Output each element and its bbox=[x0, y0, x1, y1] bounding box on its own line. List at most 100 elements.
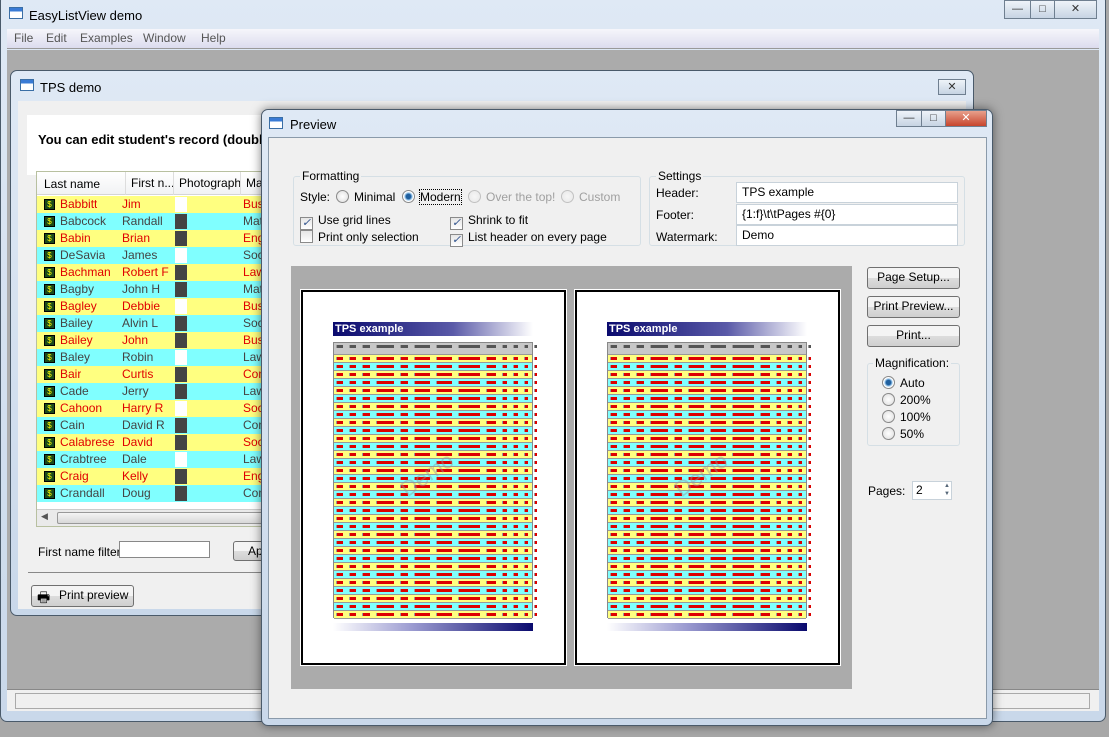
print-button[interactable]: Print... bbox=[867, 325, 960, 347]
list-row[interactable]: $ Calabrese David Soc bbox=[37, 434, 275, 451]
page-table-cell bbox=[623, 381, 630, 384]
last-name-cell: Craig bbox=[60, 469, 89, 483]
horizontal-scrollbar[interactable]: ◀ bbox=[37, 509, 275, 526]
list-row[interactable]: $ Baley Robin Law bbox=[37, 349, 275, 366]
list-header-checkbox[interactable]: ✓ List header on every page bbox=[450, 230, 607, 247]
page-table-row bbox=[608, 507, 811, 515]
page-table-cell bbox=[798, 509, 802, 512]
column-last-name[interactable]: Last name bbox=[44, 177, 100, 191]
page-table-cell bbox=[610, 397, 617, 400]
page-table-cell bbox=[610, 405, 617, 408]
list-row[interactable]: $ Cade Jerry Law bbox=[37, 383, 275, 400]
print-only-selection-checkbox[interactable]: Print only selection bbox=[300, 230, 419, 244]
radio-icon bbox=[882, 393, 895, 406]
list-row[interactable]: $ Cahoon Harry R Soc bbox=[37, 400, 275, 417]
list-row[interactable]: $ Bailey Alvin L Soc bbox=[37, 315, 275, 332]
menu-help[interactable]: Help bbox=[201, 31, 226, 45]
style-modern-radio[interactable]: Modern bbox=[402, 189, 462, 205]
list-row[interactable]: $ DeSavia James Soc bbox=[37, 247, 275, 264]
header-input[interactable]: TPS example bbox=[736, 182, 958, 203]
list-row[interactable]: $ Craig Kelly Eng bbox=[37, 468, 275, 485]
page-table-cell bbox=[336, 365, 343, 368]
list-row[interactable]: $ Cain David R Com bbox=[37, 417, 275, 434]
page-table-cell bbox=[760, 557, 770, 560]
menu-edit[interactable]: Edit bbox=[46, 31, 67, 45]
page-table-cell bbox=[636, 589, 644, 592]
preview-minimize-button[interactable]: — bbox=[896, 110, 922, 127]
maximize-button[interactable]: □ bbox=[1030, 0, 1055, 19]
mag-auto-radio[interactable]: Auto bbox=[882, 376, 925, 390]
menu-window[interactable]: Window bbox=[143, 31, 186, 45]
list-row[interactable]: $ Babbitt Jim Busi bbox=[37, 196, 275, 213]
menu-examples[interactable]: Examples bbox=[80, 31, 133, 45]
page-table-cell bbox=[776, 525, 781, 528]
column-first-name[interactable]: First n... bbox=[125, 172, 174, 195]
list-row[interactable]: $ Babcock Randall Math bbox=[37, 213, 275, 230]
first-name-filter-input[interactable] bbox=[119, 541, 210, 558]
page-table-cell bbox=[458, 533, 480, 536]
list-row[interactable]: $ Crandall Doug Com bbox=[37, 485, 275, 502]
page-table-cell bbox=[534, 589, 537, 592]
list-row[interactable]: $ Babin Brian Eng bbox=[37, 230, 275, 247]
scroll-left-icon[interactable]: ◀ bbox=[41, 511, 48, 522]
page-table-row bbox=[608, 499, 811, 507]
student-list[interactable]: Last name First n... Photograph Maj $ Bab… bbox=[36, 171, 276, 527]
tps-close-button[interactable]: ✕ bbox=[938, 79, 966, 95]
page-table-cell bbox=[436, 485, 452, 488]
mag-50-radio[interactable]: 50% bbox=[882, 427, 924, 441]
style-over-the-top-radio[interactable]: Over the top! bbox=[468, 190, 555, 204]
menu-file[interactable]: File bbox=[14, 31, 33, 45]
page-table-cell bbox=[349, 605, 356, 608]
scroll-thumb[interactable] bbox=[57, 512, 275, 524]
page-table-cell bbox=[732, 541, 754, 544]
shrink-to-fit-checkbox[interactable]: ✓ Shrink to fit bbox=[450, 213, 528, 230]
print-preview-button[interactable]: 🖶 Print preview bbox=[31, 585, 134, 607]
print-preview-dialog-button[interactable]: Print Preview... bbox=[867, 296, 960, 318]
student-icon: $ bbox=[44, 318, 55, 329]
page-table-cell bbox=[623, 533, 630, 536]
list-row[interactable]: $ Bagley Debbie Busi bbox=[37, 298, 275, 315]
list-row[interactable]: $ Bagby John H Math bbox=[37, 281, 275, 298]
list-row[interactable]: $ Crabtree Dale Law bbox=[37, 451, 275, 468]
minimize-button[interactable]: — bbox=[1004, 0, 1031, 19]
page-table-cell bbox=[502, 453, 507, 456]
page-table-cell bbox=[436, 413, 452, 416]
mag-100-radio[interactable]: 100% bbox=[882, 410, 931, 424]
list-row[interactable]: $ Bailey John Busi bbox=[37, 332, 275, 349]
preview-area[interactable]: TPS example Demo TPS example Demo bbox=[291, 266, 852, 689]
page-setup-button[interactable]: Page Setup... bbox=[867, 267, 960, 289]
page-table-cell bbox=[674, 413, 682, 416]
footer-input[interactable]: {1:f}\t\tPages #{0} bbox=[736, 204, 958, 225]
page-table-cell bbox=[650, 533, 668, 536]
use-grid-lines-checkbox[interactable]: ✓ Use grid lines bbox=[300, 213, 391, 230]
page-table-cell bbox=[650, 469, 668, 472]
page-table-cell bbox=[760, 589, 770, 592]
page-table-cell bbox=[798, 469, 802, 472]
spin-down-icon[interactable]: ▼ bbox=[944, 491, 950, 497]
page-table-cell bbox=[376, 581, 394, 584]
page-table-cell bbox=[732, 485, 754, 488]
style-minimal-radio[interactable]: Minimal bbox=[336, 190, 395, 204]
page-table-cell bbox=[636, 493, 644, 496]
page-table-cell bbox=[650, 373, 668, 376]
last-name-cell: Bagby bbox=[60, 282, 95, 296]
page-table-cell bbox=[400, 345, 408, 348]
column-photograph[interactable]: Photograph bbox=[173, 172, 241, 195]
preview-close-button[interactable]: ✕ bbox=[945, 110, 987, 127]
radio-icon bbox=[882, 427, 895, 440]
page-table-cell bbox=[650, 493, 668, 496]
page-table-cell bbox=[798, 581, 802, 584]
list-row[interactable]: $ Bachman Robert F Law bbox=[37, 264, 275, 281]
pages-spinner[interactable]: 2 ▲ ▼ bbox=[912, 481, 952, 500]
watermark-input[interactable]: Demo bbox=[736, 225, 958, 246]
mag-200-radio[interactable]: 200% bbox=[882, 393, 931, 407]
close-button[interactable]: ✕ bbox=[1054, 0, 1097, 19]
list-row[interactable]: $ Bair Curtis Com bbox=[37, 366, 275, 383]
preview-maximize-button[interactable]: □ bbox=[921, 110, 946, 127]
spin-up-icon[interactable]: ▲ bbox=[944, 483, 950, 489]
page-table-cell bbox=[636, 461, 644, 464]
page-table-cell bbox=[400, 525, 408, 528]
page-table-cell bbox=[502, 421, 507, 424]
page-table-cell bbox=[524, 605, 528, 608]
style-custom-radio[interactable]: Custom bbox=[561, 190, 620, 204]
